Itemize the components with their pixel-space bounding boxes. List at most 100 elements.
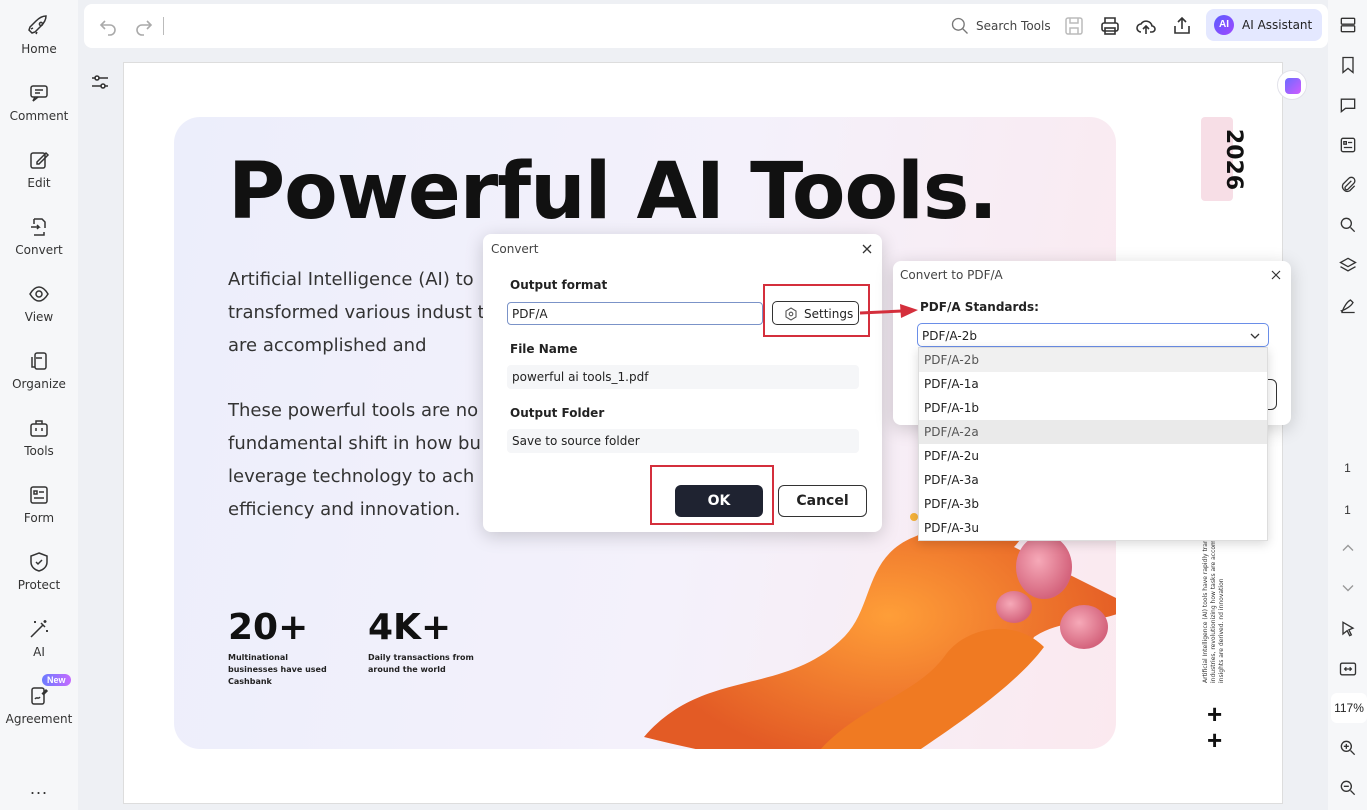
shield-icon bbox=[30, 552, 48, 572]
sidebar-item-organize[interactable]: Organize bbox=[0, 343, 78, 403]
year-label: 2026 bbox=[1221, 128, 1247, 191]
layers-icon[interactable] bbox=[1338, 255, 1358, 275]
sidebar-item-comment[interactable]: Comment bbox=[0, 75, 78, 135]
stat-caption: Multinational businesses have used Cashb… bbox=[228, 653, 327, 686]
bookmark-icon[interactable] bbox=[1338, 55, 1358, 75]
sidebar-item-label: Protect bbox=[17, 578, 61, 592]
comment-icon bbox=[30, 85, 48, 102]
zoom-level[interactable]: 117% bbox=[1331, 693, 1367, 723]
sidebar-item-home[interactable]: Home bbox=[0, 8, 78, 68]
undo-icon[interactable] bbox=[96, 14, 120, 38]
rocket-icon bbox=[28, 15, 47, 35]
sidebar-item-label: Comment bbox=[9, 109, 69, 123]
stat-block-2: 4K+ Daily transactions from around the w… bbox=[368, 607, 478, 676]
search-panel-icon[interactable] bbox=[1338, 215, 1358, 235]
year-tab: 2026 bbox=[1201, 117, 1246, 201]
sidebar-item-label: AI bbox=[33, 645, 45, 659]
output-folder-select[interactable]: Save to source folder bbox=[507, 429, 859, 453]
output-format-label: Output format bbox=[510, 278, 608, 292]
sidebar-item-label: Organize bbox=[12, 377, 66, 391]
sidebar-item-tools[interactable]: Tools bbox=[0, 410, 78, 470]
sidebar-item-convert[interactable]: Convert bbox=[0, 209, 78, 269]
organize-icon bbox=[31, 352, 47, 370]
toolbox-icon bbox=[30, 420, 48, 437]
sidebar-item-label: Edit bbox=[27, 176, 51, 190]
ai-logo-icon: AI bbox=[1214, 15, 1234, 35]
sidebar-item-label: Tools bbox=[24, 444, 54, 458]
page-headline: Powerful AI Tools. bbox=[228, 147, 998, 237]
red-arrow-annotation bbox=[859, 304, 918, 318]
vertical-side-text: Artificial Intelligence (AI) tools have … bbox=[1202, 534, 1225, 683]
comments-panel-icon[interactable] bbox=[1338, 95, 1358, 115]
search-icon bbox=[951, 17, 968, 34]
cloud-upload-icon[interactable] bbox=[1134, 14, 1158, 38]
ai-assistant-label: AI Assistant bbox=[1242, 18, 1313, 32]
stat-value: 4K+ bbox=[368, 607, 452, 648]
top-toolbar: Search Tools AI AI Assistant bbox=[84, 4, 1328, 48]
current-page-number[interactable]: 1 bbox=[1328, 461, 1367, 475]
sidebar-item-label: Agreement bbox=[5, 712, 73, 726]
agreement-icon bbox=[31, 687, 49, 705]
search-tools-label: Search Tools bbox=[976, 19, 1051, 33]
dropdown-option-pdfa-3b[interactable]: PDF/A-3b bbox=[919, 492, 1267, 516]
cancel-button[interactable]: Cancel bbox=[778, 485, 867, 517]
file-name-input[interactable]: powerful ai tools_1.pdf bbox=[507, 365, 859, 389]
pdfa-standard-dropdown: PDF/A-2b PDF/A-1a PDF/A-1b PDF/A-2a PDF/… bbox=[918, 347, 1268, 541]
sidebar-item-label: View bbox=[24, 310, 54, 324]
sidebar-item-label: Form bbox=[23, 511, 55, 525]
right-rail: 1 1 bbox=[1328, 0, 1367, 810]
sidebar-item-agreement[interactable]: New Agreement bbox=[0, 674, 78, 738]
sidebar-item-ai[interactable]: AI bbox=[0, 611, 78, 671]
dropdown-option-pdfa-2b[interactable]: PDF/A-2b bbox=[919, 348, 1267, 372]
close-icon[interactable] bbox=[860, 242, 874, 256]
eye-icon bbox=[29, 286, 49, 302]
plus-mark: + bbox=[1207, 699, 1223, 729]
zoom-out-icon[interactable] bbox=[1338, 778, 1358, 798]
sidebar-item-edit[interactable]: Edit bbox=[0, 142, 78, 202]
sidebar-item-view[interactable]: View bbox=[0, 276, 78, 336]
thumbnails-icon[interactable] bbox=[1338, 15, 1358, 35]
output-format-select[interactable]: PDF/A bbox=[507, 302, 763, 325]
dropdown-option-pdfa-1b[interactable]: PDF/A-1b bbox=[919, 396, 1267, 420]
fields-icon[interactable] bbox=[1338, 135, 1358, 155]
print-icon[interactable] bbox=[1098, 14, 1122, 38]
ok-highlight-box bbox=[650, 465, 774, 525]
zoom-in-icon[interactable] bbox=[1338, 738, 1358, 758]
dialog-title: Convert to PDF/A bbox=[900, 268, 1003, 282]
sidebar-item-form[interactable]: Form bbox=[0, 477, 78, 537]
selected-standard: PDF/A-2b bbox=[922, 329, 977, 343]
dropdown-option-pdfa-3u[interactable]: PDF/A-3u bbox=[919, 516, 1267, 540]
chevron-down-icon[interactable] bbox=[1338, 578, 1358, 598]
signature-icon[interactable] bbox=[1338, 295, 1358, 315]
left-sidebar: Home Comment Edit Convert View Organize … bbox=[0, 0, 78, 810]
attachment-icon[interactable] bbox=[1338, 175, 1358, 195]
fit-page-icon[interactable] bbox=[1338, 659, 1358, 679]
total-page-number: 1 bbox=[1344, 503, 1351, 517]
select-cursor-icon[interactable] bbox=[1338, 619, 1358, 639]
sidebar-item-label: Convert bbox=[15, 243, 63, 257]
save-icon[interactable] bbox=[1062, 14, 1086, 38]
share-icon[interactable] bbox=[1170, 14, 1194, 38]
settings-highlight-box bbox=[763, 284, 870, 337]
more-menu-button[interactable]: ... bbox=[30, 778, 48, 799]
chevron-down-icon bbox=[1250, 333, 1260, 339]
close-icon[interactable] bbox=[1270, 269, 1282, 281]
filter-settings-icon[interactable] bbox=[88, 70, 112, 94]
dropdown-option-pdfa-2a[interactable]: PDF/A-2a bbox=[919, 420, 1267, 444]
redo-icon[interactable] bbox=[132, 14, 156, 38]
dropdown-option-pdfa-1a[interactable]: PDF/A-1a bbox=[919, 372, 1267, 396]
stat-block-1: 20+ Multinational businesses have used C… bbox=[228, 607, 338, 688]
dropdown-option-pdfa-2u[interactable]: PDF/A-2u bbox=[919, 444, 1267, 468]
ai-assistant-button[interactable]: AI AI Assistant bbox=[1206, 9, 1322, 41]
pdfa-standards-label: PDF/A Standards: bbox=[920, 300, 1039, 314]
floating-assistant-button[interactable] bbox=[1277, 70, 1307, 100]
sidebar-item-protect[interactable]: Protect bbox=[0, 544, 78, 604]
form-icon bbox=[30, 486, 48, 504]
dropdown-option-pdfa-3a[interactable]: PDF/A-3a bbox=[919, 468, 1267, 492]
dialog-title: Convert bbox=[491, 242, 539, 256]
plus-mark: + bbox=[1207, 725, 1223, 755]
chevron-up-icon[interactable] bbox=[1338, 538, 1358, 558]
pdfa-standard-select[interactable]: PDF/A-2b bbox=[917, 323, 1269, 347]
stat-value: 20+ bbox=[228, 607, 309, 648]
edit-icon bbox=[30, 151, 50, 169]
